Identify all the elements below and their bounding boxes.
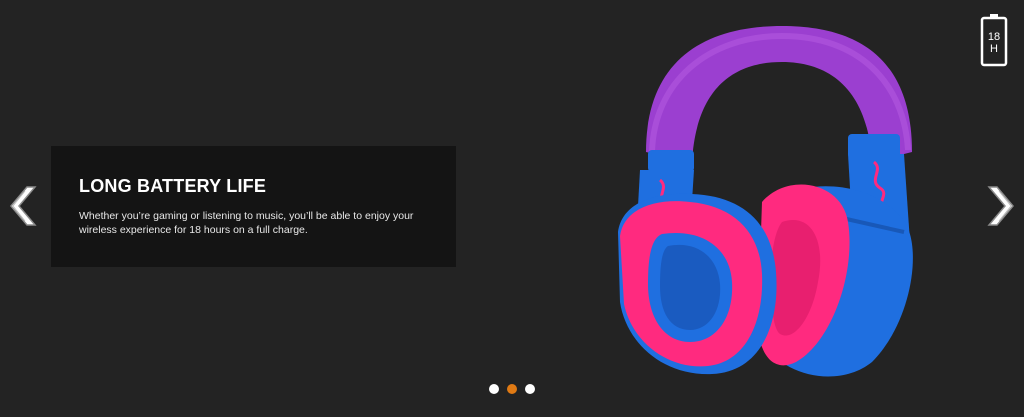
battery-18h-icon: 18 H: [980, 13, 1008, 67]
carousel-pagination: [489, 384, 535, 396]
carousel-slide: LONG BATTERY LIFE Whether you’re gaming …: [0, 0, 1024, 417]
slide-description: Whether you’re gaming or listening to mu…: [79, 210, 414, 236]
battery-label: 18 H: [980, 31, 1008, 55]
caption-box: LONG BATTERY LIFE Whether you’re gaming …: [51, 146, 456, 267]
next-slide-button[interactable]: [983, 185, 1019, 227]
headset-image: [618, 26, 913, 377]
pagination-dot-3[interactable]: [525, 384, 535, 394]
pagination-dot-2[interactable]: [507, 384, 517, 394]
slide-title: LONG BATTERY LIFE: [79, 176, 267, 196]
chevron-left-icon: [10, 186, 37, 226]
battery-hours-unit: H: [990, 43, 998, 55]
chevron-right-icon: [987, 186, 1014, 226]
battery-hours-value: 18: [987, 31, 1001, 43]
previous-slide-button[interactable]: [5, 185, 41, 227]
pagination-dot-1[interactable]: [489, 384, 499, 394]
